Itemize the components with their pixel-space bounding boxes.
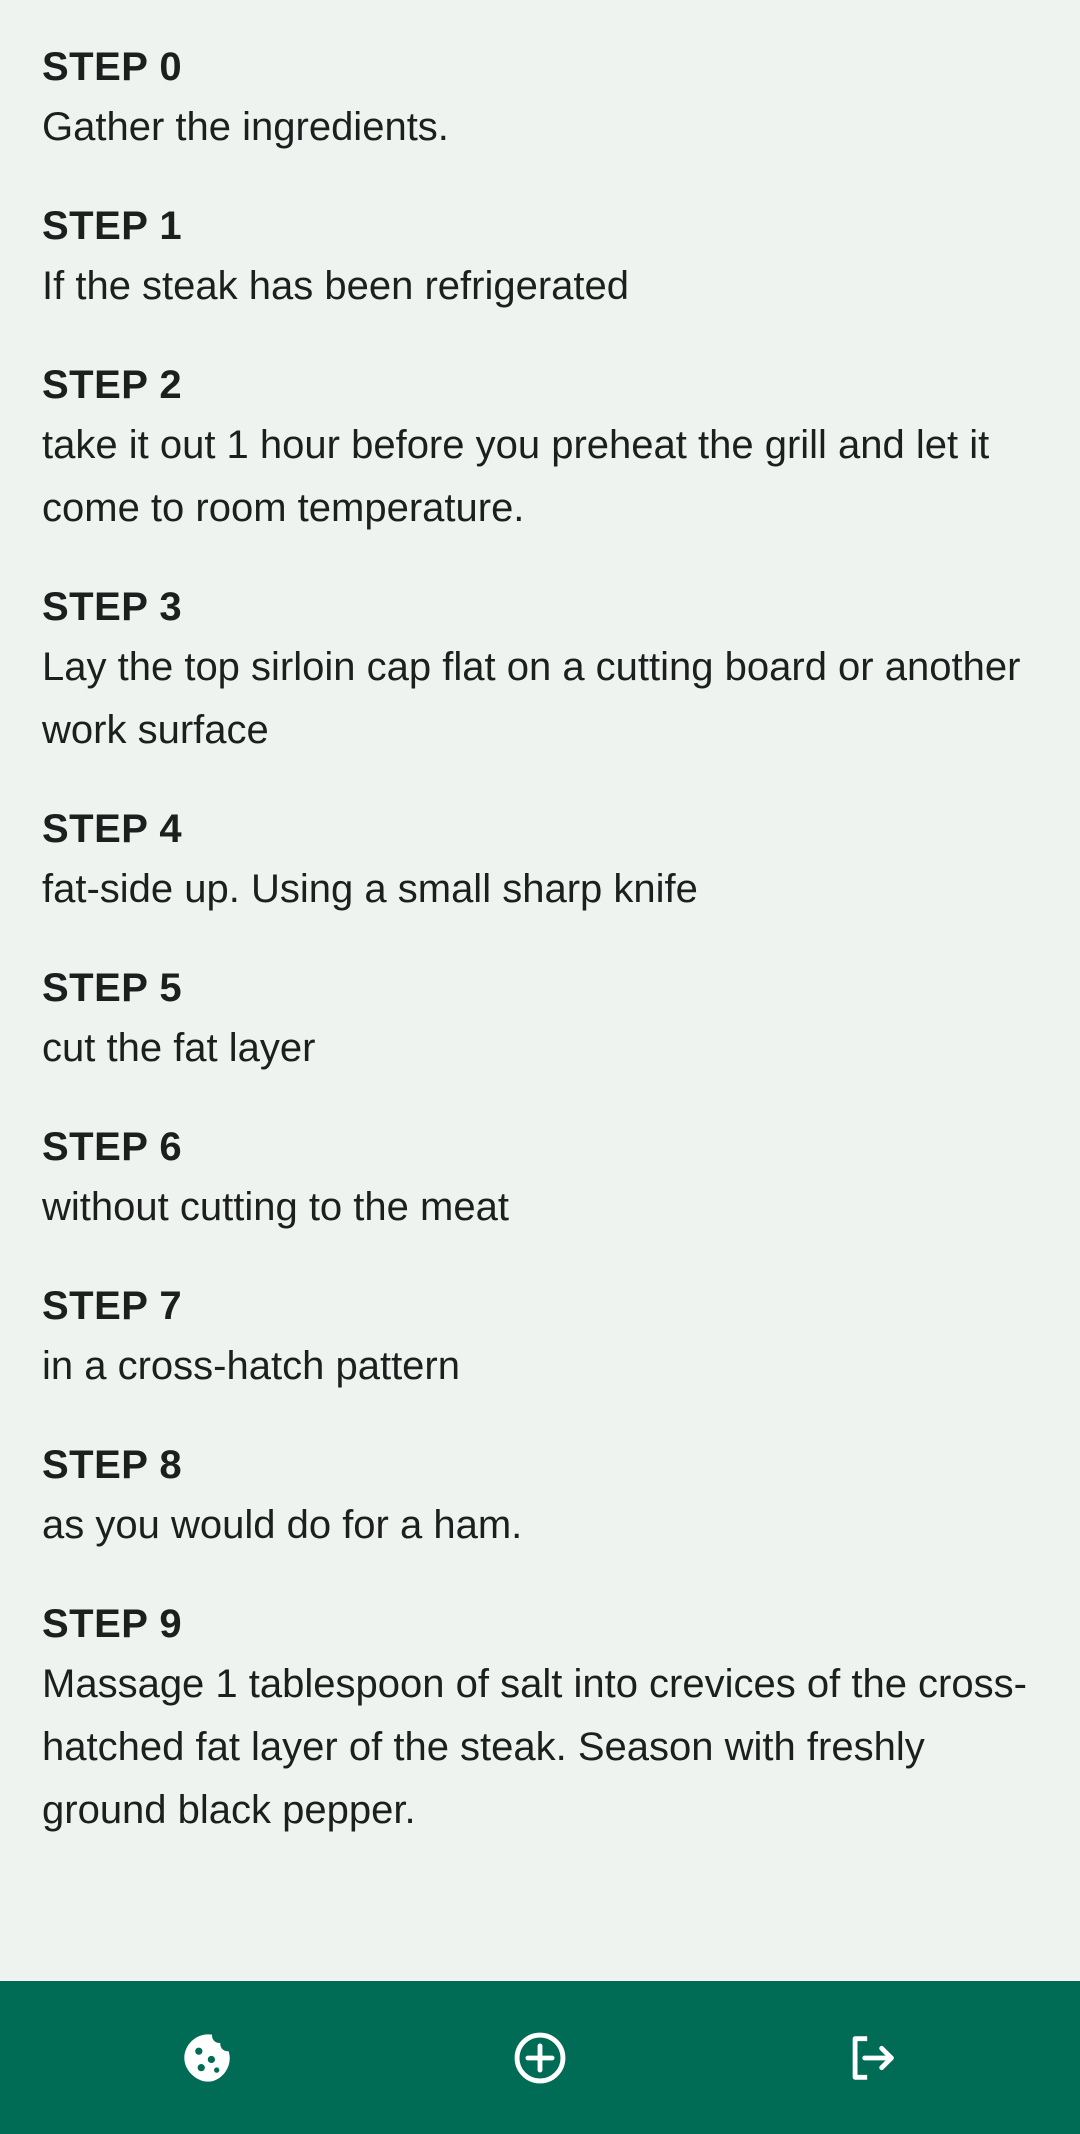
- step-item: STEP 3 Lay the top sirloin cap flat on a…: [42, 578, 1042, 762]
- step-item: STEP 0 Gather the ingredients.: [42, 38, 1042, 159]
- logout-icon: [852, 2036, 894, 2080]
- step-text: as you would do for a ham.: [42, 1503, 523, 1547]
- step-text: take it out 1 hour before you preheat th…: [42, 423, 990, 530]
- step-title: STEP 5: [42, 966, 183, 1010]
- step-item: STEP 7 in a cross-hatch pattern: [42, 1277, 1042, 1398]
- step-title: STEP 9: [42, 1602, 183, 1646]
- step-item: STEP 8 as you would do for a ham.: [42, 1436, 1042, 1557]
- step-title: STEP 8: [42, 1443, 183, 1487]
- cookie-icon: [184, 2034, 230, 2082]
- step-title: STEP 4: [42, 807, 183, 851]
- step-text: If the steak has been refrigerated: [42, 264, 630, 308]
- step-title: STEP 0: [42, 45, 183, 89]
- logout-nav-button[interactable]: [825, 2011, 919, 2105]
- step-text: without cutting to the meat: [42, 1185, 509, 1229]
- step-text: Massage 1 tablespoon of salt into crevic…: [42, 1662, 1027, 1832]
- step-item: STEP 5 cut the fat layer: [42, 959, 1042, 1080]
- add-recipe-nav-button[interactable]: [493, 2011, 587, 2105]
- step-text: Lay the top sirloin cap flat on a cuttin…: [42, 645, 1021, 752]
- step-title: STEP 7: [42, 1284, 183, 1328]
- steps-list: STEP 0 Gather the ingredients. STEP 1 If…: [42, 38, 1042, 1880]
- step-text: in a cross-hatch pattern: [42, 1344, 460, 1388]
- bottom-navigation-bar: [0, 1981, 1080, 2134]
- step-text: fat-side up. Using a small sharp knife: [42, 867, 698, 911]
- step-title: STEP 1: [42, 204, 183, 248]
- step-item: STEP 2 take it out 1 hour before you pre…: [42, 356, 1042, 540]
- add-circle-icon: [514, 2032, 566, 2084]
- step-title: STEP 2: [42, 363, 183, 407]
- step-item: STEP 1 If the steak has been refrigerate…: [42, 197, 1042, 318]
- step-text: Gather the ingredients.: [42, 105, 449, 149]
- step-item: STEP 4 fat-side up. Using a small sharp …: [42, 800, 1042, 921]
- recipes-nav-button[interactable]: [161, 2011, 255, 2105]
- step-title: STEP 3: [42, 585, 183, 629]
- step-text: cut the fat layer: [42, 1026, 316, 1070]
- step-title: STEP 6: [42, 1125, 183, 1169]
- step-item: STEP 9 Massage 1 tablespoon of salt into…: [42, 1595, 1042, 1842]
- step-item: STEP 6 without cutting to the meat: [42, 1118, 1042, 1239]
